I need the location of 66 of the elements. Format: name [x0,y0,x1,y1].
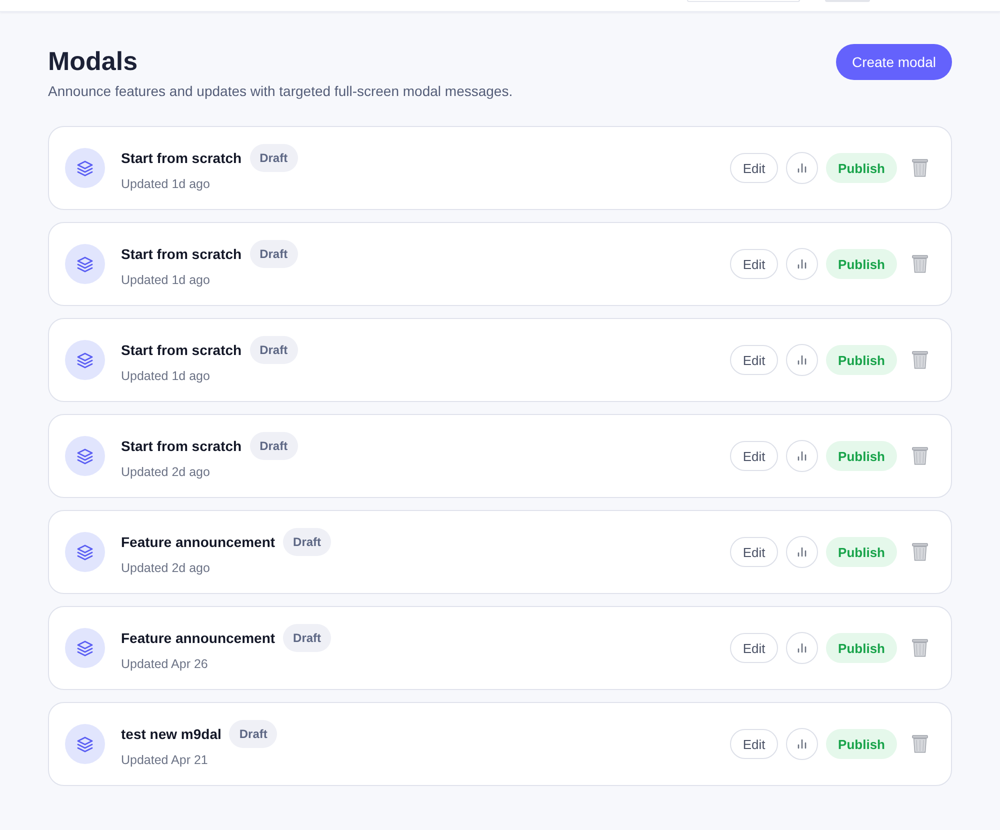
edit-button[interactable]: Edit [730,633,778,663]
layers-icon [65,724,105,764]
edit-button[interactable]: Edit [730,345,778,375]
stats-button[interactable] [786,344,818,376]
modal-name: Start from scratch [121,150,242,166]
layers-icon [65,436,105,476]
edit-button[interactable]: Edit [730,537,778,567]
modal-name: Start from scratch [121,246,242,262]
stats-button[interactable] [786,728,818,760]
publish-button[interactable]: Publish [826,729,897,759]
trash-icon[interactable] [912,351,928,369]
status-badge: Draft [229,720,278,748]
publish-button[interactable]: Publish [826,633,897,663]
status-badge: Draft [250,240,298,268]
layers-icon [65,628,105,668]
page-title: Modals [48,45,139,78]
updated-time: Updated Apr 21 [121,752,209,768]
status-badge: Draft [283,624,332,652]
page-subtitle: Announce features and updates with targeted full-screen modal messages. [48,82,513,101]
modal-name: Feature announcement [121,630,276,646]
publish-button[interactable]: Publish [826,345,897,375]
bar-chart-icon [797,451,808,461]
stats-button[interactable] [786,152,818,184]
updated-time: Updated 2d ago [121,464,211,480]
layers-icon [65,244,105,284]
layers-icon [65,532,105,572]
publish-button[interactable]: Publish [826,537,897,567]
status-badge: Draft [250,432,298,460]
stats-button[interactable] [786,248,818,280]
stats-button[interactable] [786,440,818,472]
bar-chart-icon [797,547,808,557]
modal-name: Feature announcement [121,534,276,550]
stats-button[interactable] [786,536,818,568]
layers-icon [65,340,105,380]
trash-icon[interactable] [912,447,928,465]
bar-chart-icon [797,163,808,173]
edit-button[interactable]: Edit [730,441,778,471]
updated-time: Updated 2d ago [121,560,211,576]
publish-button[interactable]: Publish [826,249,897,279]
publish-button[interactable]: Publish [826,153,897,183]
edit-button[interactable]: Edit [730,153,778,183]
publish-button[interactable]: Publish [826,441,897,471]
status-badge: Draft [250,336,298,364]
layers-icon [65,148,105,188]
updated-time: Updated 1d ago [121,272,211,288]
trash-icon[interactable] [912,255,928,273]
create-modal-button[interactable]: Create modal [836,44,952,80]
status-badge: Draft [250,144,298,172]
trash-icon[interactable] [912,639,928,657]
bar-chart-icon [797,259,808,269]
trash-icon[interactable] [912,735,928,753]
modal-name: Start from scratch [121,342,242,358]
updated-time: Updated 1d ago [121,176,211,192]
modal-name: Start from scratch [121,438,242,454]
edit-button[interactable]: Edit [730,249,778,279]
updated-time: Updated 1d ago [121,368,211,384]
status-badge: Draft [283,528,332,556]
bar-chart-icon [797,355,808,365]
trash-icon[interactable] [912,159,928,177]
bar-chart-icon [797,643,808,653]
updated-time: Updated Apr 26 [121,656,209,672]
stats-button[interactable] [786,632,818,664]
modal-name: test new m9dal [121,726,222,742]
edit-button[interactable]: Edit [730,729,778,759]
trash-icon[interactable] [912,543,928,561]
bar-chart-icon [797,739,808,749]
